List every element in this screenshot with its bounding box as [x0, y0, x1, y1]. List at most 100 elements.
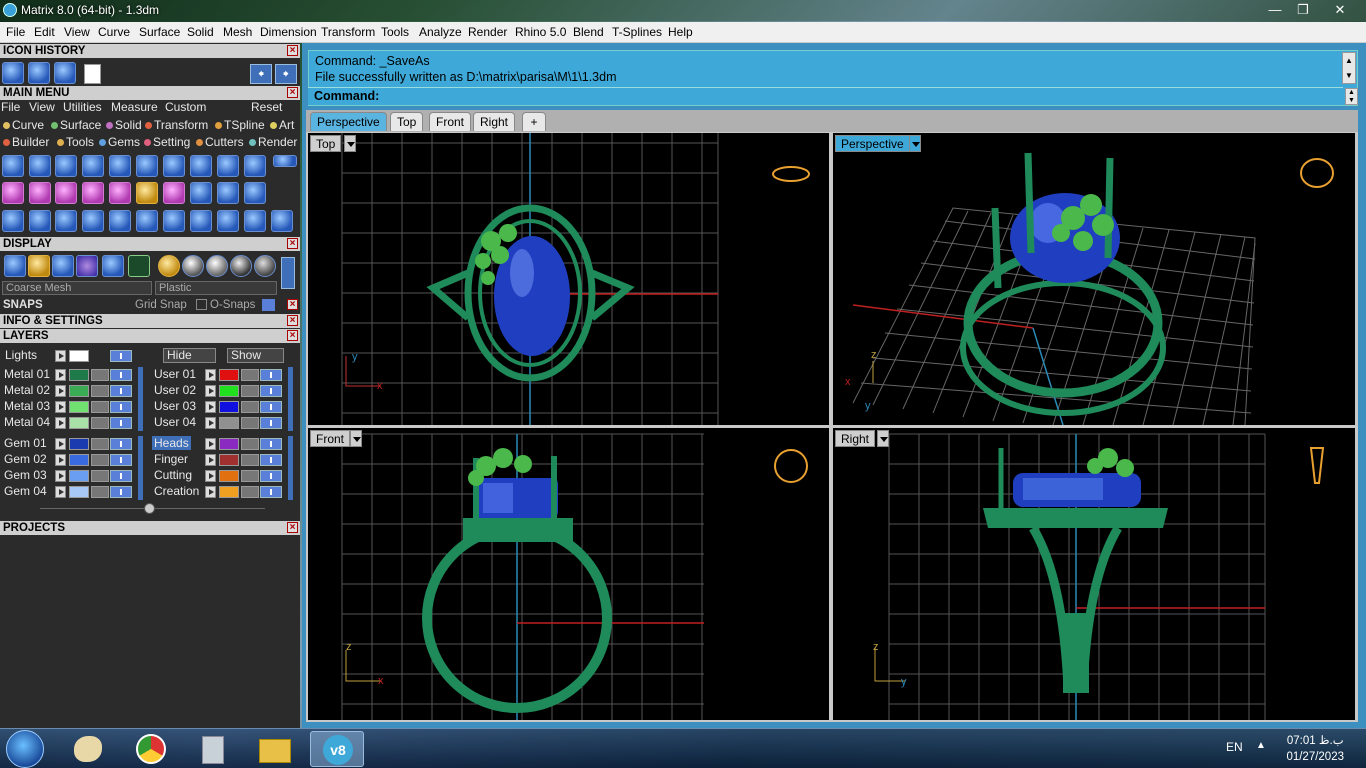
lock-icon[interactable]	[241, 401, 259, 413]
expand-button[interactable]	[55, 369, 66, 381]
visibility-icon[interactable]	[110, 369, 132, 381]
category-surface[interactable]: Surface	[51, 118, 101, 132]
lock-icon[interactable]	[91, 369, 109, 381]
snaps-header[interactable]: SNAPS Grid Snap O-Snaps ×	[0, 298, 300, 312]
xray-icon[interactable]	[102, 255, 124, 277]
display-scroll[interactable]	[281, 257, 295, 289]
material-dropdown[interactable]: Plastic	[155, 281, 277, 295]
category-transform[interactable]: Transform	[145, 118, 208, 132]
display-header[interactable]: DISPLAY ×	[0, 237, 300, 251]
curve-tool-icon[interactable]	[29, 210, 51, 232]
lock-icon[interactable]	[91, 470, 109, 482]
command-scrollbar[interactable]: ▲ ▼	[1345, 88, 1358, 105]
category-tools[interactable]: Tools	[57, 135, 94, 149]
layer-gem-04[interactable]: Gem 04	[4, 484, 47, 498]
category-gems[interactable]: Gems	[99, 135, 140, 149]
ring-tool-icon[interactable]	[55, 155, 77, 177]
add-tab-button[interactable]: +	[522, 112, 546, 131]
prong-tool-icon[interactable]	[109, 155, 131, 177]
expand-button[interactable]	[55, 438, 66, 450]
curve-icon[interactable]	[28, 62, 50, 84]
snap-visibility-toggle[interactable]	[262, 299, 275, 311]
shield-tool-icon[interactable]	[190, 155, 212, 177]
lock-icon[interactable]	[241, 438, 259, 450]
gem-icon[interactable]	[54, 62, 76, 84]
viewport-label-perspective[interactable]: Perspective	[835, 135, 910, 152]
expand-button[interactable]	[55, 417, 66, 429]
sphere-tool-icon[interactable]	[244, 182, 266, 204]
category-solid[interactable]: Solid	[106, 118, 142, 132]
wireframe-icon[interactable]	[4, 255, 26, 277]
grid-snap-toggle[interactable]: Grid Snap	[135, 298, 187, 312]
layer-color[interactable]	[69, 401, 89, 413]
layers-scroll-left-gems[interactable]	[138, 436, 143, 500]
array-tool-icon[interactable]	[2, 210, 24, 232]
close-icon[interactable]: ×	[287, 87, 298, 98]
lock-icon[interactable]	[91, 401, 109, 413]
layer-color[interactable]	[69, 385, 89, 397]
layer-color[interactable]	[219, 385, 239, 397]
dark-material-icon[interactable]	[230, 255, 252, 277]
menu-help[interactable]: Help	[668, 25, 693, 39]
shaded-icon[interactable]	[52, 255, 74, 277]
layer-color[interactable]	[219, 417, 239, 429]
viewport-menu-button[interactable]	[909, 135, 921, 152]
document-icon[interactable]	[84, 64, 101, 84]
language-indicator[interactable]: EN	[1226, 740, 1243, 754]
scale-tool-icon[interactable]	[163, 210, 185, 232]
osnap-checkbox[interactable]	[196, 299, 207, 310]
band-tool-icon[interactable]	[82, 155, 104, 177]
bezel-tool-icon[interactable]	[163, 155, 185, 177]
pattern-tool-icon[interactable]	[163, 182, 185, 204]
expand-button[interactable]	[205, 417, 216, 429]
layer-color[interactable]	[69, 438, 89, 450]
gold-material-icon[interactable]	[158, 255, 180, 277]
visibility-icon[interactable]	[110, 401, 132, 413]
start-button[interactable]	[6, 730, 44, 768]
forward-arrow-icon[interactable]: 🠺	[275, 64, 297, 84]
visibility-icon[interactable]	[110, 470, 132, 482]
viewport-label-top[interactable]: Top	[310, 135, 342, 152]
category-cutters[interactable]: Cutters	[196, 135, 244, 149]
viewport-label-front[interactable]: Front	[310, 430, 351, 447]
close-button[interactable]: ✕	[1326, 0, 1354, 19]
layer-color[interactable]	[69, 486, 89, 498]
visibility-icon[interactable]	[110, 454, 132, 466]
layer-color[interactable]	[69, 470, 89, 482]
hide-button[interactable]: Hide	[163, 348, 216, 363]
visibility-icon[interactable]	[260, 401, 282, 413]
category-builder[interactable]: Builder	[3, 135, 49, 149]
lock-icon[interactable]	[241, 417, 259, 429]
layer-user-01[interactable]: User 01	[154, 367, 196, 381]
layer-creation[interactable]: Creation	[154, 484, 199, 498]
close-icon[interactable]: ×	[287, 522, 298, 533]
expand-button[interactable]	[55, 385, 66, 397]
expand-button[interactable]	[205, 438, 216, 450]
layer-color[interactable]	[219, 454, 239, 466]
layer-color[interactable]	[219, 401, 239, 413]
lock-icon[interactable]	[91, 417, 109, 429]
flower-tool-icon[interactable]	[29, 155, 51, 177]
info-settings-header[interactable]: INFO & SETTINGS ×	[0, 314, 300, 328]
category-tspline[interactable]: TSpline	[215, 118, 265, 132]
close-icon[interactable]: ×	[287, 299, 298, 310]
back-arrow-icon[interactable]: 🠸	[250, 64, 272, 84]
lock-icon[interactable]	[241, 454, 259, 466]
gem-tool-icon[interactable]	[136, 155, 158, 177]
menu-rhino5[interactable]: Rhino 5.0	[515, 25, 566, 39]
category-setting[interactable]: Setting	[144, 135, 190, 149]
lock-icon[interactable]	[241, 486, 259, 498]
tab-top[interactable]: Top	[390, 112, 424, 131]
viewport-front[interactable]: z x Front	[308, 428, 829, 720]
viewport-menu-button[interactable]	[877, 430, 889, 447]
lock-icon[interactable]	[91, 454, 109, 466]
layer-color[interactable]	[69, 369, 89, 381]
lights-visibility[interactable]	[110, 350, 132, 362]
layer-color[interactable]	[219, 470, 239, 482]
visibility-icon[interactable]	[260, 486, 282, 498]
layer-cutting[interactable]: Cutting	[154, 468, 192, 482]
projects-header[interactable]: PROJECTS ×	[0, 521, 300, 535]
lock-icon[interactable]	[91, 438, 109, 450]
lock-icon[interactable]	[241, 470, 259, 482]
layer-heads[interactable]: Heads	[152, 436, 191, 450]
